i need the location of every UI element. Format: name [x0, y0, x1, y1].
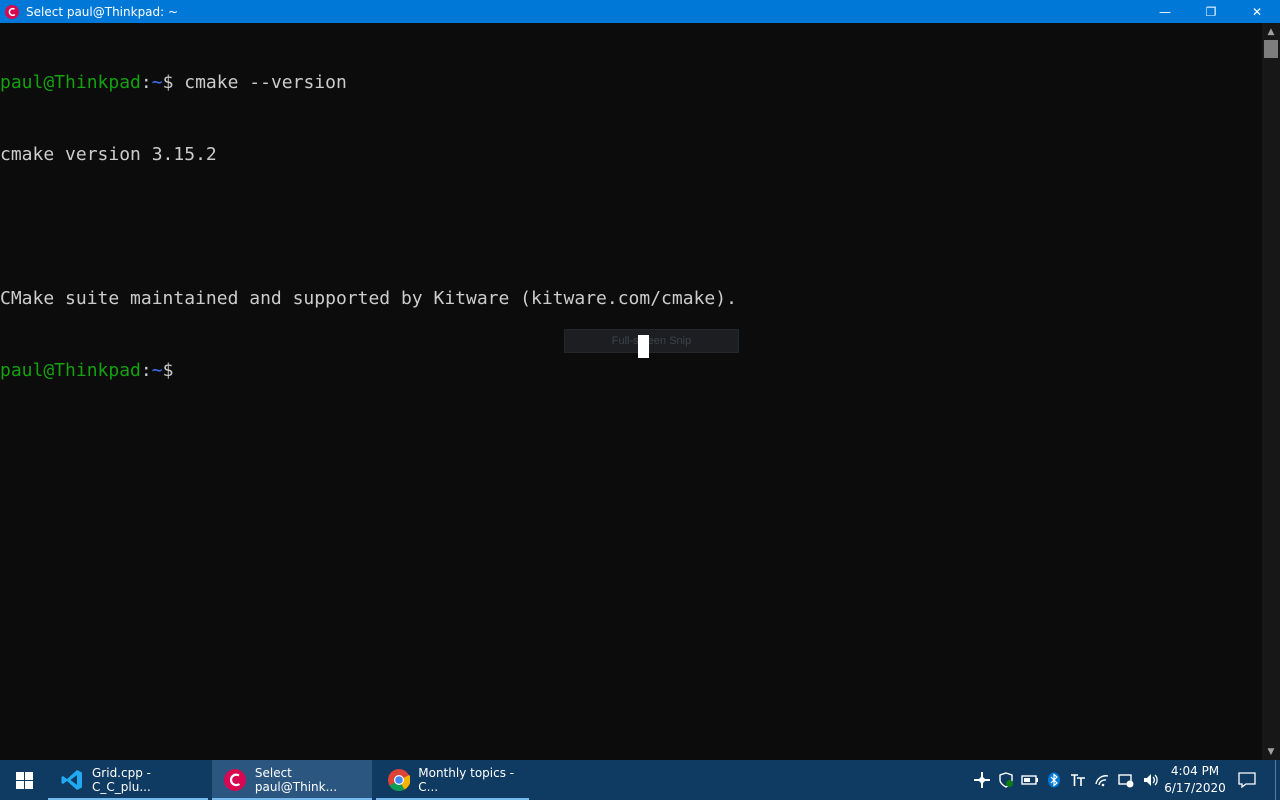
show-desktop-button[interactable] [1275, 760, 1276, 800]
prompt-path: ~ [151, 72, 163, 93]
debian-icon [4, 4, 20, 20]
start-button[interactable] [0, 760, 48, 800]
scroll-down-icon[interactable]: ▼ [1262, 743, 1280, 760]
prompt-dollar: $ [162, 72, 174, 93]
maximize-button[interactable]: ❐ [1188, 0, 1234, 23]
taskbar-item-label: Grid.cpp - C_C_plu... [92, 766, 151, 794]
battery-icon[interactable] [1018, 760, 1042, 800]
prompt-path: ~ [151, 360, 163, 381]
terminal-line: paul@Thinkpad:~$ [0, 359, 1262, 383]
prompt-user: paul@Thinkpad [0, 72, 141, 93]
text-cursor-icon [638, 335, 649, 358]
window-title: Select paul@Thinkpad: ~ [26, 4, 179, 19]
prompt-user: paul@Thinkpad [0, 360, 141, 381]
full-screen-snip-popup[interactable]: Full-screen Snip [564, 329, 739, 353]
debian-icon [224, 768, 247, 792]
close-button[interactable]: ✕ [1234, 0, 1280, 23]
action-center-button[interactable] [1232, 760, 1262, 800]
prompt-dollar: $ [162, 360, 174, 381]
taskbar: Grid.cpp - C_C_plu... Select paul@Think.… [0, 760, 1280, 800]
terminal-line: paul@Thinkpad:~$ cmake --version [0, 71, 1262, 95]
terminal-line: cmake version 3.15.2 [0, 144, 217, 165]
terminal-output[interactable]: paul@Thinkpad:~$ cmake --version cmake v… [0, 23, 1262, 760]
terminal-command: cmake --version [173, 72, 347, 93]
chrome-icon [388, 768, 411, 792]
taskbar-item-terminal[interactable]: Select paul@Think... [212, 760, 372, 800]
taskbar-item-label: Monthly topics - C... [418, 766, 515, 794]
display-icon[interactable] [1114, 760, 1138, 800]
clock-time: 4:04 PM [1170, 764, 1220, 778]
scroll-up-icon[interactable]: ▲ [1262, 23, 1280, 40]
taskbar-item-label: Select paul@Think... [254, 766, 338, 794]
notification-icon [1238, 772, 1256, 788]
volume-icon[interactable] [1138, 760, 1162, 800]
system-tray [970, 760, 1162, 800]
terminal-scrollbar[interactable]: ▲ ▼ [1262, 23, 1280, 760]
window-titlebar[interactable]: Select paul@Thinkpad: ~ — ❐ ✕ [0, 0, 1280, 23]
window-controls: — ❐ ✕ [1142, 0, 1280, 23]
system-clock[interactable]: 4:04 PM 6/17/2020 [1160, 760, 1230, 800]
windows-security-icon[interactable] [994, 760, 1018, 800]
bluetooth-icon[interactable] [1042, 760, 1066, 800]
taskbar-item-chrome[interactable]: Monthly topics - C... [376, 760, 529, 800]
terminal-line: CMake suite maintained and supported by … [0, 288, 737, 309]
wifi-icon[interactable] [1090, 760, 1114, 800]
windows-logo-icon [15, 771, 33, 789]
prompt-colon: : [140, 360, 152, 381]
clock-date: 6/17/2020 [1164, 781, 1226, 795]
scroll-thumb[interactable] [1264, 40, 1278, 58]
vscode-icon [60, 768, 84, 792]
network-share-icon[interactable] [970, 760, 994, 800]
minimize-button[interactable]: — [1142, 0, 1188, 23]
pen-ink-icon[interactable] [1066, 760, 1090, 800]
taskbar-item-vscode[interactable]: Grid.cpp - C_C_plu... [48, 760, 208, 800]
prompt-colon: : [140, 72, 152, 93]
